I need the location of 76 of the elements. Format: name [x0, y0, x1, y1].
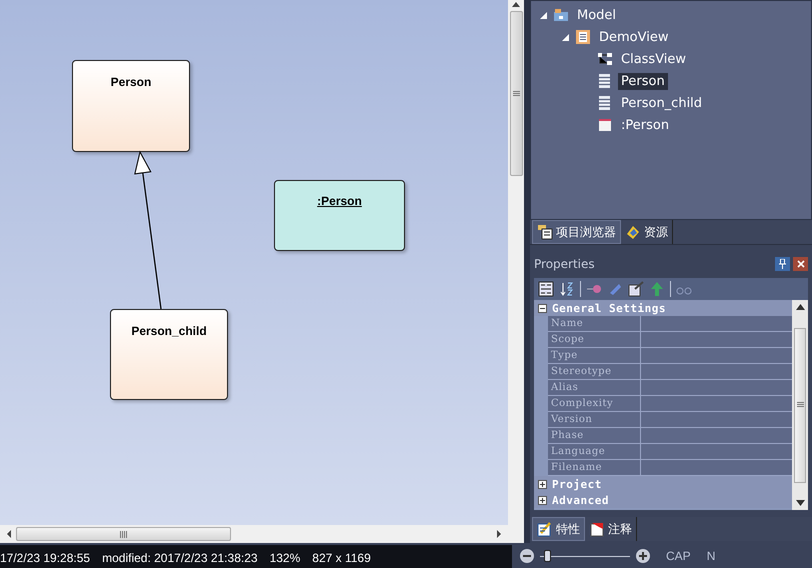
- horizontal-scroll-thumb[interactable]: [16, 527, 231, 541]
- collapse-icon[interactable]: [538, 304, 547, 312]
- created-time: 17/2/23 19:28:55: [0, 550, 90, 564]
- categorized-icon[interactable]: [538, 281, 554, 297]
- browser-tab-icon: [537, 224, 553, 240]
- property-name: Alias: [548, 380, 641, 395]
- plus-icon: [639, 552, 647, 560]
- object-icon: [597, 117, 613, 133]
- property-name: Stereotype: [548, 364, 641, 379]
- panel-tab[interactable]: 注释: [585, 517, 637, 541]
- property-name: Language: [548, 444, 641, 459]
- pin-button[interactable]: [775, 257, 790, 271]
- group-label: General Settings: [552, 302, 666, 314]
- panel-tab[interactable]: 项目浏览器: [532, 220, 621, 244]
- close-button[interactable]: [793, 257, 808, 271]
- diagram-icon: [597, 51, 613, 67]
- page-size: 827 x 1169: [312, 550, 371, 564]
- zoom-percent: 132%: [270, 550, 300, 564]
- grip-icon: [512, 90, 520, 96]
- tree-item[interactable]: Person_child: [618, 94, 706, 112]
- group-label: Advanced: [552, 494, 609, 506]
- tree-item[interactable]: Model: [574, 6, 620, 24]
- class-icon: [597, 95, 613, 111]
- package-icon: [553, 7, 569, 23]
- group-label: Project: [552, 478, 602, 490]
- generalization-arrow[interactable]: [134, 150, 162, 310]
- scrollbar[interactable]: [792, 300, 808, 510]
- scroll-up-icon: [511, 0, 521, 8]
- panel-title: Properties: [534, 257, 595, 271]
- property-name: Name: [548, 316, 641, 331]
- class-box[interactable]: Person: [72, 60, 190, 152]
- scroll-thumb[interactable]: [794, 328, 806, 482]
- expand-icon[interactable]: [538, 496, 547, 504]
- vertical-scroll-thumb[interactable]: [510, 11, 522, 176]
- expand-icon[interactable]: [538, 480, 547, 488]
- up-arrow-icon[interactable]: [649, 281, 665, 297]
- object-box[interactable]: :Person: [274, 180, 405, 251]
- tree-item[interactable]: ClassView: [618, 50, 690, 68]
- notes-tab-icon: [589, 521, 605, 537]
- scroll-down-icon: [796, 500, 804, 506]
- tree-item[interactable]: DemoView: [596, 28, 672, 46]
- modified-time: modified: 2017/2/23 21:38:23: [102, 550, 258, 564]
- scroll-left-icon: [6, 529, 12, 539]
- property-name: Filename: [548, 460, 641, 475]
- key-indicator: CAP: [666, 548, 691, 562]
- expanded-triangle-icon[interactable]: [561, 32, 570, 42]
- key-indicator: N: [706, 548, 716, 562]
- zoom-slider[interactable]: [540, 550, 630, 562]
- horizontal-scrollbar[interactable]: [0, 525, 508, 543]
- grip-icon: [796, 402, 804, 408]
- expanded-triangle-icon[interactable]: [539, 10, 548, 20]
- close-icon: [796, 260, 804, 268]
- tree-item[interactable]: :Person: [618, 116, 672, 134]
- vertical-scrollbar[interactable]: [508, 0, 524, 525]
- sort-icon[interactable]: [559, 281, 575, 297]
- scroll-right-icon: [496, 529, 502, 539]
- tree-item[interactable]: Person: [618, 72, 668, 90]
- property-name: Complexity: [548, 396, 641, 411]
- property-name: Version: [548, 412, 641, 427]
- property-name: Type: [548, 348, 641, 363]
- view-icon: [575, 29, 591, 45]
- property-name: Scope: [548, 332, 641, 347]
- zoom-out-button[interactable]: [520, 548, 534, 562]
- property-name: Phase: [548, 428, 641, 443]
- resources-tab-icon: [625, 224, 641, 240]
- edit-icon[interactable]: [628, 281, 644, 297]
- zoom-in-button[interactable]: [636, 548, 650, 562]
- panel-tab[interactable]: 资源: [621, 220, 673, 244]
- class-icon: [597, 73, 613, 89]
- class-box[interactable]: Person_child: [110, 309, 228, 400]
- scroll-up-icon: [796, 304, 804, 310]
- zoom-slider-thumb[interactable]: [544, 550, 552, 562]
- panel-tab[interactable]: 特性: [532, 517, 585, 541]
- properties-tab-icon: [537, 521, 553, 537]
- grip-icon: [120, 530, 127, 538]
- pin-icon: [778, 259, 787, 269]
